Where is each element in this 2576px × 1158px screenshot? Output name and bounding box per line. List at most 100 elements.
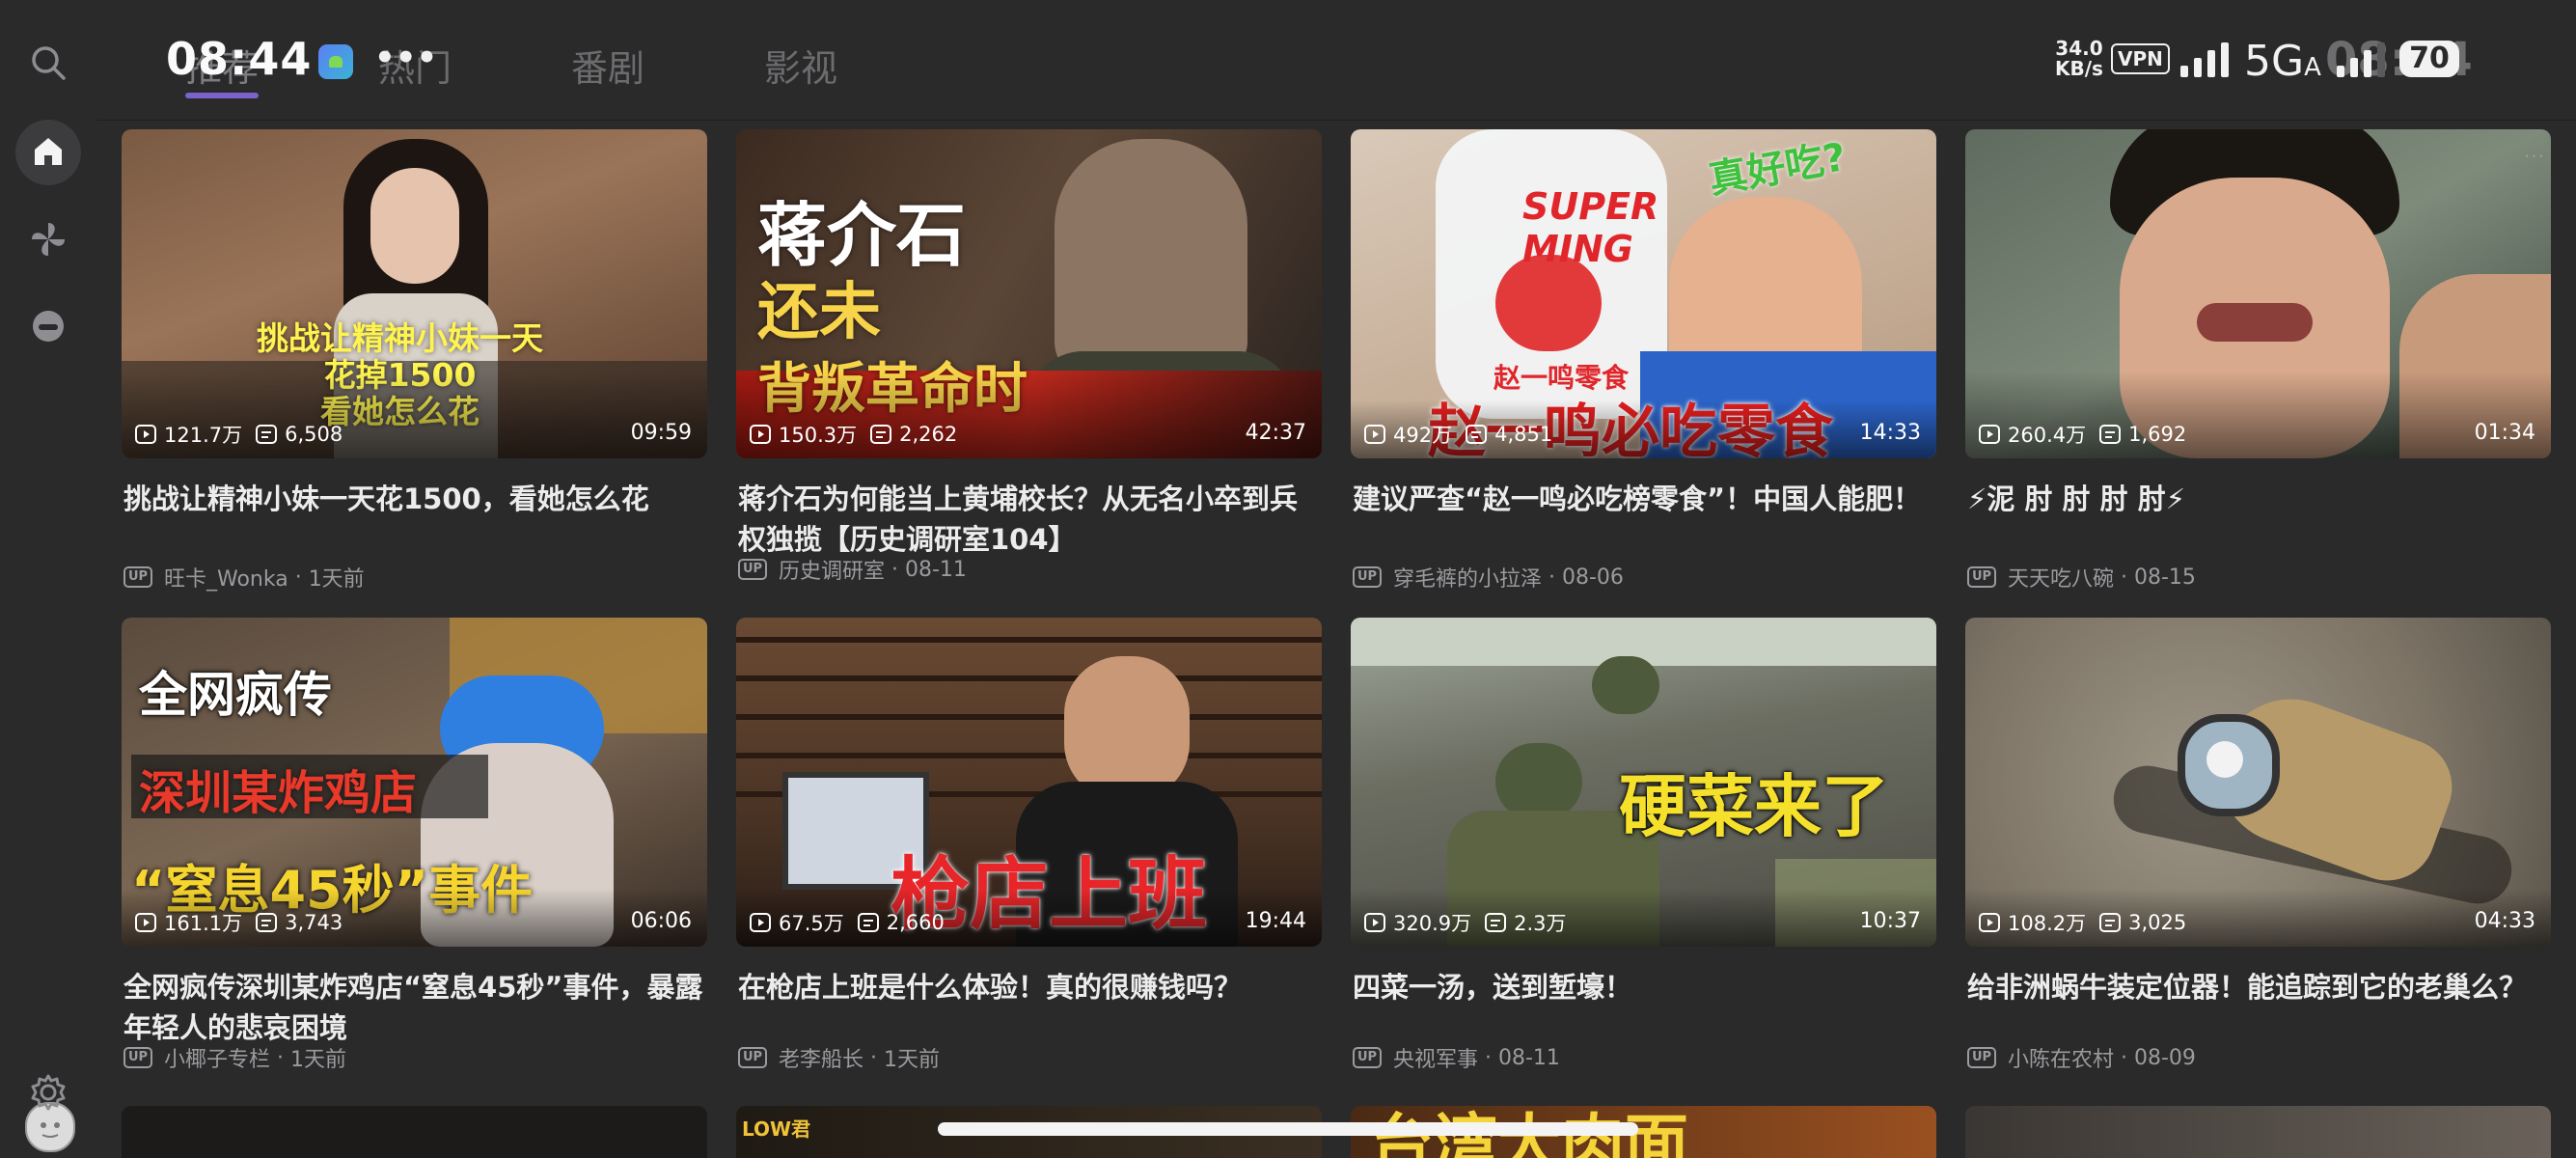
network-label: 5G bbox=[2244, 37, 2305, 86]
author-name: 旺卡_Wonka bbox=[164, 567, 288, 592]
video-duration: 42:37 bbox=[1245, 421, 1306, 445]
video-stats: 121.7万 6,508 bbox=[135, 420, 356, 449]
gear-icon[interactable] bbox=[29, 1073, 68, 1112]
active-tab-indicator bbox=[185, 93, 259, 98]
video-stats: 67.5万 2,660 bbox=[750, 908, 958, 937]
video-title[interactable]: 挑战让精神小妹一天花1500，看她怎么花 bbox=[123, 479, 707, 519]
speed-value: 34.0 bbox=[2055, 37, 2103, 60]
video-thumbnail[interactable]: 蒋介石 还未 背叛革命时 150.3万 2,262 42:37 bbox=[736, 129, 1322, 458]
view-count: 492万 bbox=[1393, 424, 1453, 447]
meta-separator: · bbox=[288, 565, 309, 590]
video-thumbnail-partial[interactable] bbox=[122, 1106, 707, 1158]
danmaku-count: 3,743 bbox=[285, 911, 343, 934]
video-stats: 260.4万 1,692 bbox=[1979, 420, 2200, 449]
view-count: 260.4万 bbox=[2008, 424, 2087, 447]
author-name: 老李船长 bbox=[779, 1048, 864, 1072]
video-duration: 04:33 bbox=[2474, 909, 2535, 933]
meta-separator: · bbox=[1542, 565, 1562, 590]
play-count-icon bbox=[135, 913, 156, 932]
signal-icon bbox=[2180, 42, 2229, 77]
video-stats: 108.2万 3,025 bbox=[1979, 908, 2200, 937]
play-count-icon bbox=[1979, 425, 2000, 444]
tab-bangumi[interactable]: 番剧 bbox=[571, 39, 644, 92]
video-title[interactable]: 建议严查“赵一鸣必吃榜零食”！中国人能肥！ bbox=[1353, 479, 1936, 519]
video-meta[interactable]: UP 旺卡_Wonka · 1天前 bbox=[123, 562, 365, 593]
video-title[interactable]: 蒋介石为何能当上黄埔校长？从无名小卒到兵权独揽【历史调研室104】 bbox=[738, 479, 1322, 560]
meta-separator: · bbox=[270, 1045, 290, 1070]
up-badge-icon: UP bbox=[123, 1047, 152, 1068]
vpn-badge: VPN bbox=[2111, 43, 2170, 74]
publish-date: 08-06 bbox=[1562, 565, 1624, 590]
video-duration: 09:59 bbox=[630, 421, 692, 445]
video-stats: 320.9万 2.3万 bbox=[1364, 908, 1580, 937]
play-count-icon bbox=[1364, 913, 1385, 932]
video-title[interactable]: 四菜一汤，送到堑壕！ bbox=[1353, 967, 1936, 1007]
sidebar-item-home[interactable] bbox=[15, 120, 81, 185]
video-meta[interactable]: UP 小陈在农村 · 08-09 bbox=[1967, 1042, 2196, 1073]
play-count-icon bbox=[750, 425, 771, 444]
caption-line: 还未 bbox=[757, 277, 881, 348]
video-title[interactable]: 给非洲蜗牛装定位器！能追踪到它的老巢么？ bbox=[1967, 967, 2551, 1007]
meta-separator: · bbox=[1478, 1045, 1498, 1070]
view-count: 150.3万 bbox=[779, 424, 858, 447]
video-thumbnail-partial[interactable] bbox=[1965, 1106, 2551, 1158]
publish-date: 08-11 bbox=[905, 557, 967, 582]
video-title[interactable]: ⚡泥 肘 肘 肘 肘⚡ bbox=[1967, 479, 2551, 519]
publish-date: 08-11 bbox=[1498, 1045, 1560, 1070]
publish-date: 1天前 bbox=[290, 1048, 346, 1072]
play-count-icon bbox=[135, 425, 156, 444]
sidebar bbox=[0, 120, 96, 1158]
bangumi-icon[interactable] bbox=[29, 307, 68, 345]
pinwheel-icon[interactable] bbox=[29, 220, 68, 259]
video-meta[interactable]: UP 天天吃八碗 · 08-15 bbox=[1967, 562, 2196, 593]
danmaku-count: 4,851 bbox=[1494, 423, 1553, 446]
meta-separator: · bbox=[885, 557, 905, 582]
search-icon[interactable] bbox=[29, 43, 68, 82]
danmaku-count-icon bbox=[1466, 425, 1488, 444]
video-duration: 01:34 bbox=[2474, 421, 2535, 445]
play-count-icon bbox=[1979, 913, 2000, 932]
video-title[interactable]: 全网疯传深圳某炸鸡店“窒息45秒”事件，暴露年轻人的悲哀困境 bbox=[123, 967, 707, 1048]
video-thumbnail[interactable]: SUPERMING 真好吃? 赵一鸣零食 赵一鸣必吃零食 492万 4,851 … bbox=[1351, 129, 1936, 458]
video-thumbnail[interactable]: 枪店上班 67.5万 2,660 19:44 bbox=[736, 618, 1322, 947]
up-badge-icon: UP bbox=[1967, 566, 1996, 588]
more-options-icon[interactable]: ··· bbox=[2524, 145, 2545, 168]
author-name: 穿毛裤的小拉泽 bbox=[1393, 567, 1543, 592]
view-count: 320.9万 bbox=[1393, 912, 1472, 935]
video-meta[interactable]: UP 老李船长 · 1天前 bbox=[738, 1042, 940, 1073]
video-meta[interactable]: UP 小椰子专栏 · 1天前 bbox=[123, 1042, 346, 1073]
danmaku-count-icon bbox=[2099, 913, 2122, 932]
up-badge-icon: UP bbox=[1353, 566, 1382, 588]
status-time: 08:44 bbox=[166, 33, 313, 85]
danmaku-count: 3,025 bbox=[2128, 911, 2187, 934]
author-name: 历史调研室 bbox=[779, 560, 886, 584]
danmaku-count-icon bbox=[256, 425, 278, 444]
thumbnail-caption: 硬菜来了 bbox=[1619, 767, 1889, 846]
danmaku-count: 2.3万 bbox=[1514, 912, 1567, 935]
danmaku-count: 2,262 bbox=[899, 423, 958, 446]
video-thumbnail[interactable]: 108.2万 3,025 04:33 bbox=[1965, 618, 2551, 947]
video-duration: 10:37 bbox=[1859, 909, 1921, 933]
danmaku-count: 2,660 bbox=[886, 911, 945, 934]
video-thumbnail[interactable]: 全网疯传 深圳某炸鸡店 “窒息45秒”事件 161.1万 3,743 06:06 bbox=[122, 618, 707, 947]
video-meta[interactable]: UP 历史调研室 · 08-11 bbox=[738, 554, 967, 585]
gesture-home-bar[interactable] bbox=[938, 1122, 1638, 1136]
author-name: 央视军事 bbox=[1393, 1048, 1479, 1072]
author-name: 天天吃八碗 bbox=[2008, 567, 2115, 592]
video-thumbnail[interactable]: 挑战让精神小妹一天 花掉1500 看她怎么花 121.7万 6,508 09:5… bbox=[122, 129, 707, 458]
video-meta[interactable]: UP 央视军事 · 08-11 bbox=[1353, 1042, 1560, 1073]
up-badge-icon: UP bbox=[738, 1047, 767, 1068]
network-sub: A bbox=[2304, 53, 2321, 82]
signal-icon-2 bbox=[2337, 42, 2385, 77]
up-badge-icon: UP bbox=[123, 566, 152, 588]
view-count: 121.7万 bbox=[164, 424, 243, 447]
danmaku-count-icon bbox=[2099, 425, 2122, 444]
video-meta[interactable]: UP 穿毛裤的小拉泽 · 08-06 bbox=[1353, 562, 1624, 593]
video-stats: 161.1万 3,743 bbox=[135, 908, 356, 937]
video-title[interactable]: 在枪店上班是什么体验！真的很赚钱吗？ bbox=[738, 967, 1322, 1007]
video-thumbnail[interactable]: 硬菜来了 320.9万 2.3万 10:37 bbox=[1351, 618, 1936, 947]
play-count-icon bbox=[750, 913, 771, 932]
tab-movies[interactable]: 影视 bbox=[764, 39, 837, 92]
publish-date: 08-15 bbox=[2134, 565, 2196, 590]
video-thumbnail[interactable]: ··· 260.4万 1,692 01:34 bbox=[1965, 129, 2551, 458]
